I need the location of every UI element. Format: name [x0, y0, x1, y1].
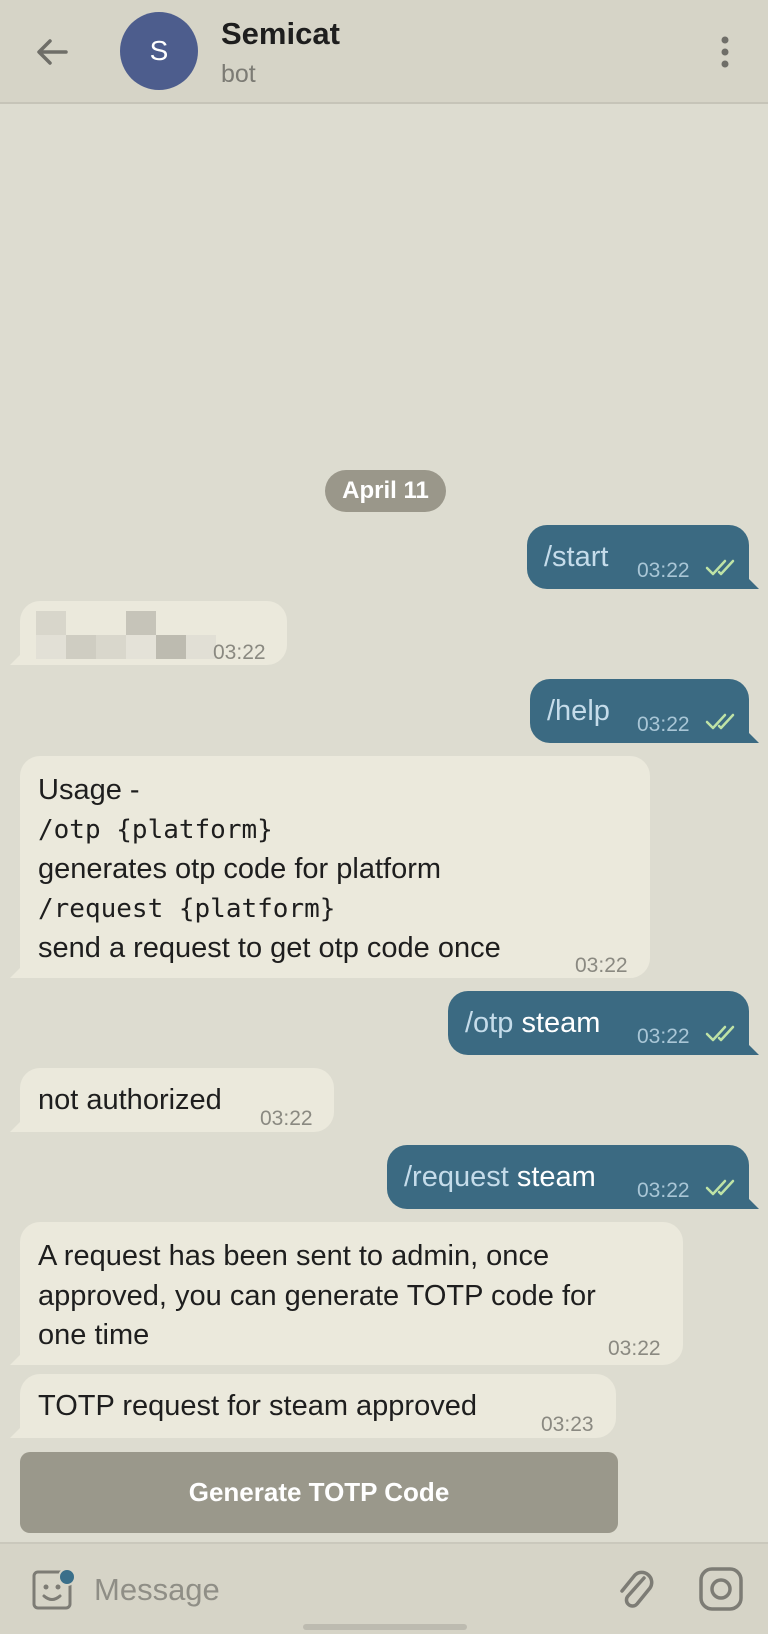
- message-text-line: send a request to get otp code once: [38, 932, 501, 964]
- double-check-icon: [705, 1179, 735, 1196]
- message-time: 03:22: [637, 1179, 690, 1202]
- command-link[interactable]: /request {platform}: [38, 889, 335, 929]
- command-text[interactable]: /otp: [465, 1007, 513, 1039]
- double-check-icon: [705, 559, 735, 576]
- generate-totp-button[interactable]: Generate TOTP Code: [20, 1452, 618, 1533]
- vertical-dots-icon[interactable]: [710, 30, 740, 74]
- message-time: 03:22: [260, 1107, 313, 1130]
- paperclip-icon[interactable]: [614, 1564, 658, 1614]
- message-text-line: A request has been sent to admin, once: [38, 1240, 550, 1272]
- command-link[interactable]: /otp {platform}: [38, 810, 273, 850]
- redacted-content: [36, 609, 216, 659]
- message-text: /otp steam: [465, 1003, 600, 1043]
- chat-header: S Semicat bot: [0, 0, 768, 104]
- message-input[interactable]: [94, 1564, 554, 1616]
- message-bubble-incoming[interactable]: A request has been sent to admin, once a…: [10, 1222, 683, 1365]
- arrow-left-icon[interactable]: [30, 30, 74, 74]
- message-text-line: one time: [38, 1319, 150, 1351]
- message-time: 03:22: [637, 1025, 690, 1048]
- double-check-icon: [705, 713, 735, 730]
- date-separator: April 11: [325, 470, 446, 512]
- avatar[interactable]: S: [120, 12, 198, 90]
- double-check-icon: [705, 1025, 735, 1042]
- chat-title[interactable]: Semicat: [221, 16, 340, 52]
- message-text: /request steam: [404, 1157, 596, 1197]
- message-time: 03:22: [575, 954, 628, 977]
- message-text: TOTP request for steam approved: [38, 1390, 477, 1422]
- message-bubble-outgoing[interactable]: /start 03:22: [527, 525, 759, 589]
- message-time: 03:22: [213, 641, 266, 664]
- command-argument: steam: [521, 1007, 601, 1039]
- message-text-line: approved, you can generate TOTP code for: [38, 1280, 596, 1312]
- command-text[interactable]: /request: [404, 1161, 509, 1193]
- message-text: not authorized: [38, 1084, 222, 1116]
- message-bubble-incoming[interactable]: not authorized 03:22: [10, 1068, 334, 1132]
- message-bubble-outgoing[interactable]: /help 03:22: [530, 679, 759, 743]
- message-text-line: generates otp code for platform: [38, 853, 442, 885]
- message-bubble-outgoing[interactable]: /otp steam 03:22: [448, 991, 759, 1055]
- instagram-camera-icon[interactable]: [698, 1564, 744, 1614]
- message-bubble-outgoing[interactable]: /request steam 03:22: [387, 1145, 759, 1209]
- notification-dot: [58, 1568, 76, 1586]
- command-text[interactable]: /help: [547, 691, 610, 731]
- home-indicator: [303, 1624, 467, 1630]
- command-argument: steam: [516, 1161, 596, 1193]
- message-time: 03:22: [637, 713, 690, 736]
- chat-subtitle: bot: [221, 60, 256, 88]
- message-composer: [0, 1542, 768, 1634]
- message-text-line: Usage -: [38, 774, 140, 806]
- command-text[interactable]: /start: [544, 537, 608, 577]
- message-time: 03:22: [637, 559, 690, 582]
- message-bubble-incoming[interactable]: Usage - /otp {platform} generates otp co…: [10, 756, 650, 978]
- message-time: 03:22: [608, 1337, 661, 1360]
- message-bubble-incoming[interactable]: 03:22: [10, 601, 287, 665]
- message-bubble-incoming[interactable]: TOTP request for steam approved 03:23: [10, 1374, 616, 1438]
- message-time: 03:23: [541, 1413, 594, 1436]
